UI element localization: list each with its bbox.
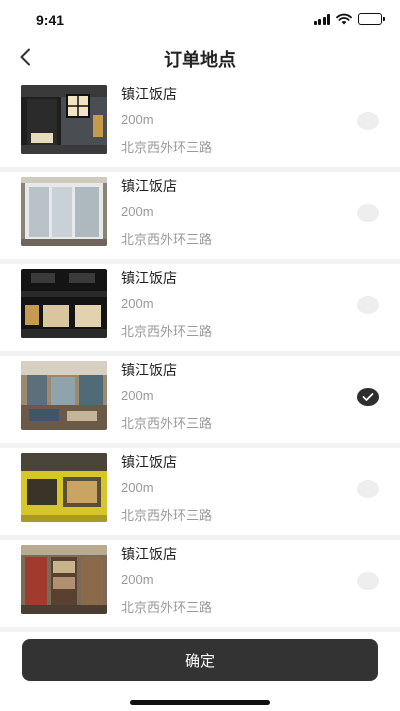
store-photo — [21, 269, 107, 338]
store-list-item[interactable]: 镇江饭店 200m 北京西外环三路 — [0, 448, 400, 540]
store-list-item[interactable]: 镇江饭店 200m 北京西外环三路 — [0, 172, 400, 264]
home-indicator — [130, 700, 270, 705]
store-distance: 200m — [121, 296, 154, 311]
store-address: 北京西外环三路 — [121, 140, 213, 155]
checkmark-icon — [362, 393, 374, 401]
wifi-icon — [336, 13, 352, 25]
status-bar: 9:41 — [0, 0, 400, 40]
store-distance: 200m — [121, 480, 154, 495]
cellular-signal-icon — [313, 13, 330, 25]
store-name: 镇江饭店 — [121, 86, 177, 102]
store-photo — [21, 85, 107, 154]
battery-icon — [358, 13, 385, 25]
store-distance: 200m — [121, 388, 154, 403]
select-radio[interactable] — [357, 204, 379, 222]
store-name: 镇江饭店 — [121, 362, 177, 378]
store-address: 北京西外环三路 — [121, 232, 213, 247]
store-address: 北京西外环三路 — [121, 600, 213, 615]
confirm-button[interactable]: 确定 — [22, 639, 378, 681]
store-photo — [21, 177, 107, 246]
store-address: 北京西外环三路 — [121, 508, 213, 523]
store-photo — [21, 545, 107, 614]
status-time: 9:41 — [36, 12, 65, 28]
select-radio-checked[interactable] — [357, 388, 379, 406]
select-radio[interactable] — [357, 480, 379, 498]
store-distance: 200m — [121, 112, 154, 127]
store-distance: 200m — [121, 572, 154, 587]
navigation-bar: 订单地点 — [0, 40, 400, 76]
store-list-item[interactable]: 镇江饭店 200m 北京西外环三路 — [0, 80, 400, 172]
select-radio[interactable] — [357, 572, 379, 590]
select-radio[interactable] — [357, 112, 379, 130]
store-distance: 200m — [121, 204, 154, 219]
store-name: 镇江饭店 — [121, 270, 177, 286]
select-radio[interactable] — [357, 296, 379, 314]
store-list: 镇江饭店 200m 北京西外环三路 镇江饭店 200m 北京西外环三路 镇江饭店… — [0, 80, 400, 632]
store-list-item[interactable]: 镇江饭店 200m 北京西外环三路 — [0, 540, 400, 632]
store-photo — [21, 453, 107, 522]
store-name: 镇江饭店 — [121, 454, 177, 470]
page-title: 订单地点 — [164, 50, 236, 70]
store-address: 北京西外环三路 — [121, 324, 213, 339]
store-list-item[interactable]: 镇江饭店 200m 北京西外环三路 — [0, 264, 400, 356]
store-photo — [21, 361, 107, 430]
store-list-item[interactable]: 镇江饭店 200m 北京西外环三路 — [0, 356, 400, 448]
store-address: 北京西外环三路 — [121, 416, 213, 431]
store-name: 镇江饭店 — [121, 178, 177, 194]
status-icons — [313, 13, 385, 25]
store-name: 镇江饭店 — [121, 546, 177, 562]
